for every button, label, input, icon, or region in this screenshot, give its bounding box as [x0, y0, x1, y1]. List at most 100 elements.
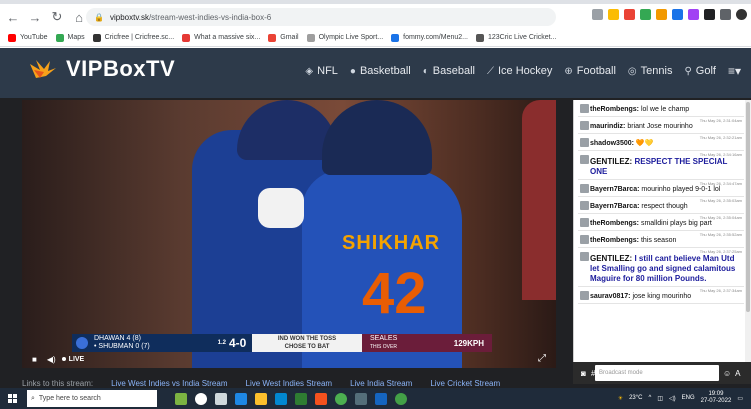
- volume-icon[interactable]: ◀): [47, 355, 56, 364]
- hash-icon[interactable]: #: [591, 369, 595, 378]
- volume-icon[interactable]: ◁): [669, 395, 676, 402]
- tray-chevron-icon[interactable]: ^: [648, 395, 651, 401]
- reload-icon[interactable]: ↻: [48, 8, 66, 26]
- ball-speed: 129KPH: [453, 338, 484, 348]
- fullscreen-icon[interactable]: ⤢: [538, 353, 546, 364]
- extension-icon[interactable]: [624, 9, 635, 20]
- notification-icon[interactable]: ▭: [737, 395, 743, 402]
- camera-icon[interactable]: ◙: [581, 369, 586, 378]
- bookmark-massive-six[interactable]: What a massive six...: [182, 33, 260, 42]
- chat-user[interactable]: theRombengs:: [590, 237, 639, 244]
- language[interactable]: ENG: [682, 395, 695, 401]
- clock[interactable]: 19:09 27-07-2022: [701, 391, 732, 405]
- player-controls: ■ ◀) LIVE ⤢: [22, 350, 556, 368]
- nav-baseball[interactable]: ◐ Baseball: [423, 65, 475, 77]
- chat-user[interactable]: shadow3500:: [590, 140, 634, 147]
- bookmark-fommy[interactable]: fommy.com/Menu2...: [391, 33, 468, 42]
- chat-message: Thu May 26, 2:32:21am shadow3500: 🧡💛: [578, 134, 744, 151]
- stop-icon[interactable]: ■: [32, 355, 37, 364]
- chat-input[interactable]: Broadcast mode: [595, 365, 719, 381]
- chat-message: Thu May 26, 2:35:03am Bayern7Barca: respe…: [578, 197, 744, 214]
- scrollbar-thumb[interactable]: [746, 102, 750, 312]
- extension-icon[interactable]: [640, 9, 651, 20]
- nav-ice-hockey[interactable]: ⟋ Ice Hockey: [487, 65, 552, 77]
- app-icon[interactable]: [315, 392, 327, 405]
- bookmark-maps[interactable]: Maps: [55, 33, 85, 42]
- forward-icon[interactable]: →: [26, 8, 44, 26]
- chat-user[interactable]: maurindiz:: [590, 123, 625, 130]
- football-icon: ◈: [305, 65, 314, 77]
- nav-tennis[interactable]: ◎ Tennis: [628, 65, 673, 77]
- bookmark-olympic[interactable]: Olympic Live Sport...: [306, 33, 383, 42]
- weather-temp[interactable]: 23°C: [629, 395, 642, 401]
- sports-nav: ◈ NFL ● Basketball ◐ Baseball ⟋ Ice Hockey ⊕…: [305, 64, 741, 78]
- bookmark-gmail[interactable]: Gmail: [268, 33, 299, 42]
- nav-nfl[interactable]: ◈ NFL: [305, 65, 337, 77]
- file-explorer-icon[interactable]: [255, 392, 267, 405]
- task-view-icon[interactable]: [215, 392, 227, 405]
- stream-link[interactable]: Live West Indies Stream: [246, 379, 333, 388]
- site-logo[interactable]: VIPBoxTV: [28, 56, 175, 82]
- app-icon[interactable]: [355, 392, 367, 405]
- chat-user[interactable]: Bayern7Barca:: [590, 203, 639, 210]
- share-icon[interactable]: [592, 9, 603, 20]
- extension-icon[interactable]: [688, 9, 699, 20]
- nav-golf[interactable]: ⚲ Golf: [684, 65, 716, 77]
- chat-messages: theRombengs: lol we le champ Thu May 26,…: [578, 100, 744, 360]
- store-icon[interactable]: [275, 392, 287, 405]
- taskbar-search[interactable]: ⌕ Type here to search: [27, 390, 157, 407]
- chat-scrollbar[interactable]: [745, 100, 751, 368]
- edge-icon[interactable]: [235, 392, 247, 405]
- site-header: VIPBoxTV ◈ NFL ● Basketball ◐ Baseball ⟋ Ice…: [0, 48, 751, 98]
- video-player[interactable]: SHIKHAR 42 DHAWAN 4 (8) • SHUBMAN 0 (7) …: [22, 100, 556, 368]
- basketball-icon: ●: [349, 65, 356, 77]
- address-bar[interactable]: 🔒 vipboxtv.sk/stream-west-indies-vs-indi…: [86, 8, 556, 26]
- chrome-icon[interactable]: [395, 392, 407, 405]
- network-icon[interactable]: ◫: [657, 395, 663, 402]
- chrome-icon[interactable]: [335, 392, 347, 405]
- avatar[interactable]: [736, 9, 747, 20]
- chat-user[interactable]: saurav0817:: [590, 293, 630, 300]
- app-icon[interactable]: [175, 392, 187, 405]
- extension-icon[interactable]: [656, 9, 667, 20]
- chat-message: Thu May 26, 2:37:34am saurav0817: jose ki…: [578, 287, 744, 304]
- cortana-icon[interactable]: [195, 392, 207, 405]
- puzzle-icon[interactable]: [704, 9, 715, 20]
- url-host: vipboxtv.sk: [109, 12, 149, 22]
- stream-link[interactable]: Live West Indies vs India Stream: [111, 379, 227, 388]
- stream-link[interactable]: Live India Stream: [350, 379, 412, 388]
- star-icon[interactable]: [608, 9, 619, 20]
- chat-user[interactable]: GENTILEZ:: [590, 157, 632, 166]
- bookmark-youtube[interactable]: YouTube: [8, 33, 48, 42]
- stream-link[interactable]: Live Cricket Stream: [430, 379, 500, 388]
- batter1-name: DHAWAN: [94, 335, 125, 342]
- nav-football[interactable]: ⊕ Football: [564, 65, 616, 77]
- excel-icon[interactable]: [295, 392, 307, 405]
- menu-icon[interactable]: ≡▾: [728, 64, 741, 78]
- extension-icon[interactable]: [672, 9, 683, 20]
- chat-user[interactable]: GENTILEZ:: [590, 254, 632, 263]
- vscode-icon[interactable]: [375, 392, 387, 405]
- bookmark-123cric[interactable]: 123Cric Live Cricket...: [475, 33, 556, 42]
- chat-user[interactable]: theRombengs:: [590, 220, 639, 227]
- search-icon: ⌕: [31, 394, 35, 402]
- sidepanel-icon[interactable]: [720, 9, 731, 20]
- taskbar-apps: [175, 392, 407, 405]
- live-indicator: LIVE: [61, 356, 84, 363]
- windows-start-icon[interactable]: [8, 394, 17, 403]
- avatar: [580, 138, 589, 147]
- chat-user[interactable]: Bayern7Barca:: [590, 186, 639, 193]
- emoji-icon[interactable]: ☺: [723, 369, 731, 378]
- nav-basketball[interactable]: ● Basketball: [350, 65, 411, 77]
- browser-chrome: ← → ↻ ⌂ 🔒 vipboxtv.sk/stream-west-indies…: [0, 0, 751, 48]
- chat-user[interactable]: theRombengs:: [590, 106, 639, 113]
- overs: 1.2: [217, 340, 226, 346]
- avatar: [580, 235, 589, 244]
- text-size-icon[interactable]: A: [735, 369, 740, 378]
- avatar: [580, 252, 589, 261]
- bookmark-cricfree[interactable]: Cricfree | Cricfree.sc...: [92, 33, 174, 42]
- lock-icon: 🔒: [94, 12, 104, 22]
- avatar: [580, 184, 589, 193]
- youtube-icon: [8, 33, 16, 42]
- back-icon[interactable]: ←: [4, 8, 22, 26]
